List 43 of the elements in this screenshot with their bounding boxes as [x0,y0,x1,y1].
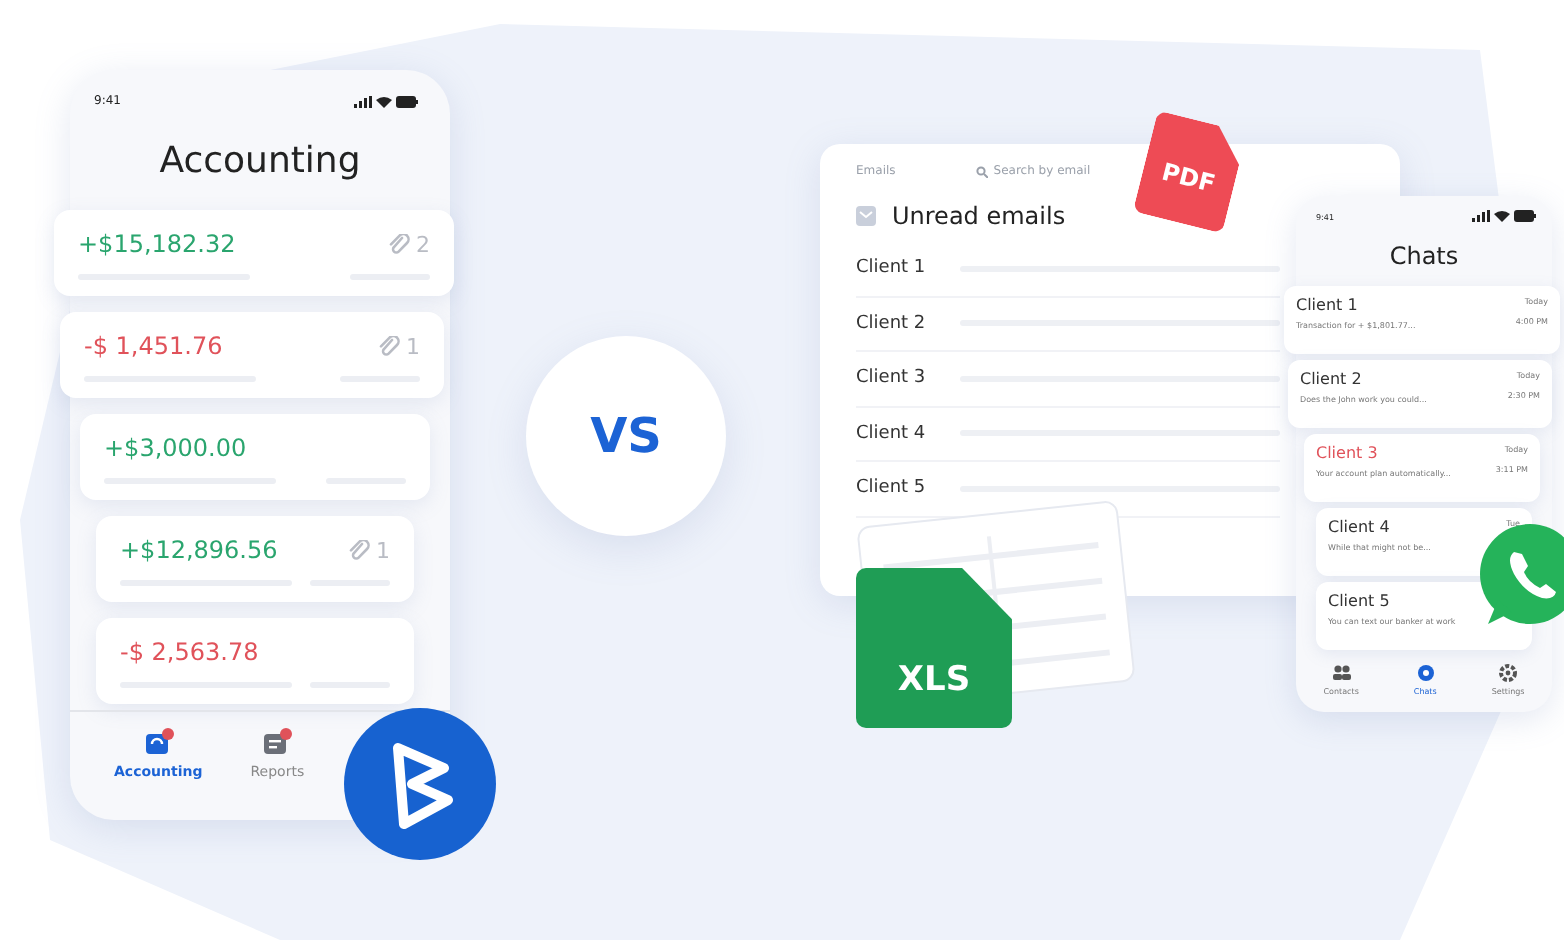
client-name[interactable]: Client 1 [856,258,960,279]
battery-icon [396,95,418,107]
attachment-count: 2 [416,231,430,257]
paperclip-icon [378,335,400,357]
transaction-card[interactable]: +$3,000.00 [80,414,430,500]
paperclip-icon [348,539,370,561]
spreadsheet-file-badge: XLS [856,568,1012,728]
wifi-icon [1494,210,1510,222]
chat-bubble-icon [1415,664,1436,682]
screen-title: Chats [1387,242,1461,270]
contact-name: Client 4 [1328,518,1392,536]
client-name[interactable]: Client 4 [856,423,960,444]
wallet-icon [143,728,174,756]
contact-name: Client 2 [1300,370,1364,388]
settings-icon [1498,664,1519,682]
folder-title: Unread emails [892,202,1066,230]
attachment-count: 1 [376,537,390,563]
paperclip-icon [388,233,410,255]
transaction-amount: -$ 2,563.78 [120,638,259,666]
battery-icon [1514,210,1536,222]
screen-title: Accounting [157,140,363,182]
report-icon [262,728,293,756]
contact-name: Client 5 [1328,592,1392,610]
signal-icon [1472,210,1490,222]
transaction-amount: -$ 1,451.76 [84,332,223,360]
people-icon [1331,664,1352,682]
transaction-card[interactable]: +$12,896.56 1 [96,516,414,602]
client-name[interactable]: Client 2 [856,313,960,334]
contact-name: Client 1 [1296,296,1360,314]
signal-icon [354,95,372,107]
inbox-icon [856,206,876,226]
transaction-amount: +$12,896.56 [120,536,278,564]
wifi-icon [376,95,392,107]
search-icon [975,165,988,177]
attachment-count: 1 [406,333,420,359]
transaction-card[interactable]: +$15,182.32 2 [54,210,454,296]
transaction-card[interactable]: -$ 1,451.76 1 [60,312,444,398]
client-name[interactable]: Client 5 [856,478,960,499]
transaction-amount: +$15,182.32 [78,230,236,258]
client-name[interactable]: Client 3 [856,368,960,389]
contact-name: Client 3 [1316,444,1380,462]
transaction-amount: +$3,000.00 [104,434,247,462]
transaction-card[interactable]: -$ 2,563.78 [96,618,414,704]
